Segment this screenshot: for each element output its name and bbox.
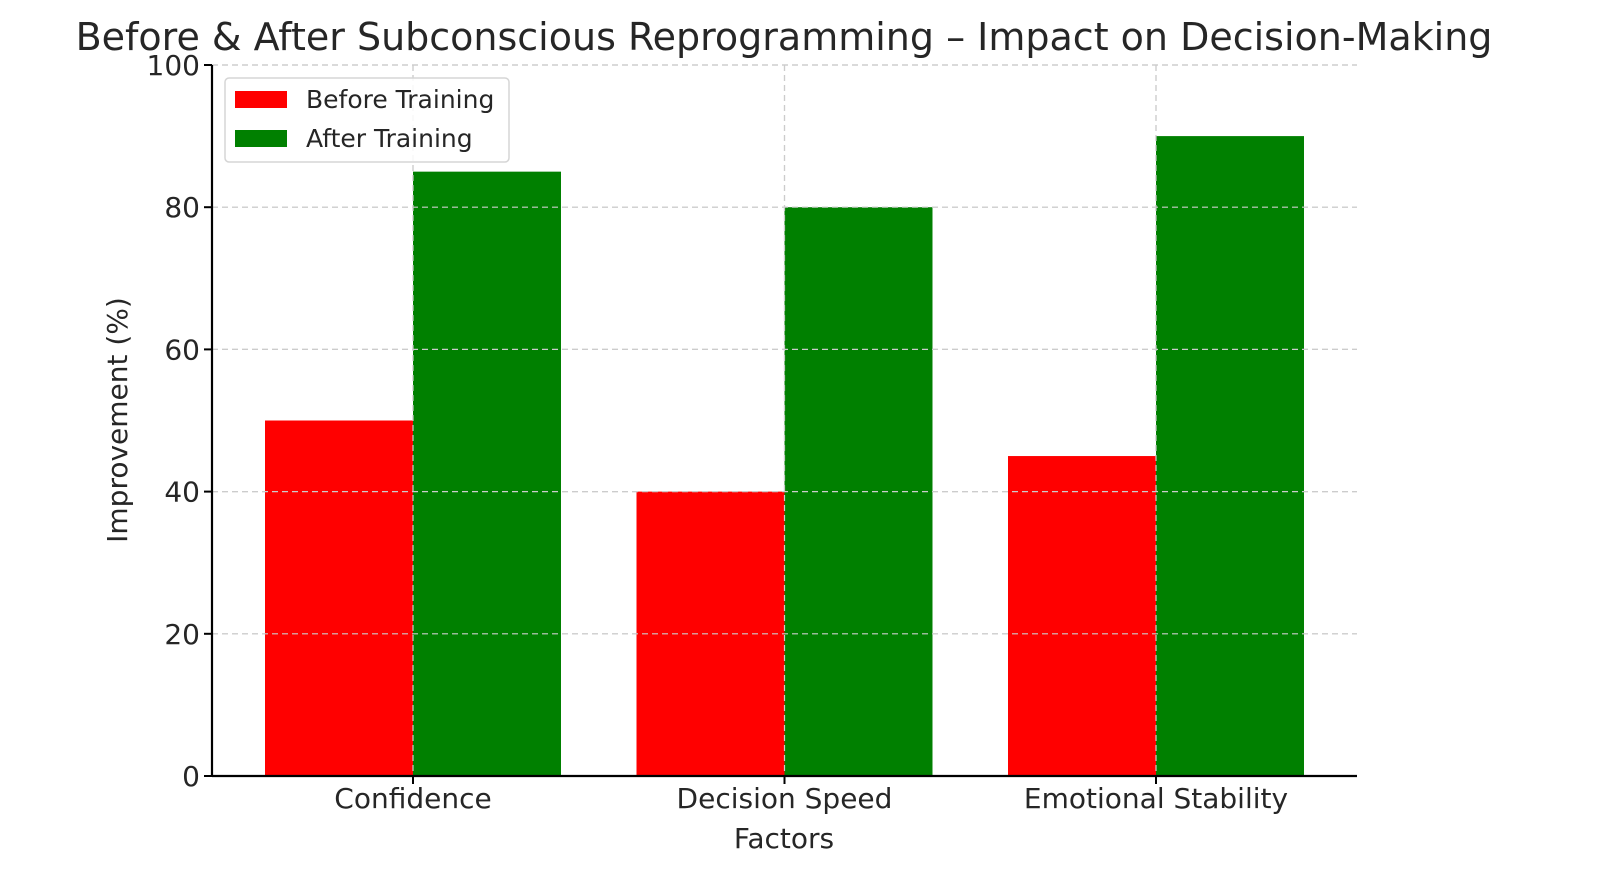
x-tick-label-1: Decision Speed (677, 782, 893, 815)
legend-swatch-before (235, 91, 287, 108)
x-tick-label-0: Confidence (334, 782, 491, 815)
bar-after-training-0 (413, 171, 561, 776)
bar-after-training-2 (1156, 136, 1304, 777)
bar-before-training-2 (1008, 456, 1156, 776)
legend-swatch-after (235, 130, 287, 147)
x-axis-label: Factors (734, 822, 834, 855)
x-tick-label-2: Emotional Stability (1024, 782, 1288, 815)
chart-title: Before & After Subconscious Reprogrammin… (76, 15, 1493, 59)
y-tick-label-100: 100 (147, 49, 200, 82)
bars (212, 64, 1357, 777)
y-tick-label-20: 20 (164, 618, 200, 651)
bar-chart: Before & After Subconscious Reprogrammin… (76, 15, 1493, 855)
legend-label-before: Before Training (306, 85, 494, 114)
y-axis-label: Improvement (%) (101, 297, 134, 543)
legend: Before Training After Training (224, 77, 510, 163)
y-tick-label-0: 0 (182, 760, 200, 793)
bar-before-training-0 (265, 420, 413, 776)
legend-label-after: After Training (306, 124, 473, 153)
y-tick-label-40: 40 (164, 476, 200, 509)
y-tick-label-60: 60 (164, 333, 200, 366)
y-tick-label-80: 80 (164, 191, 200, 224)
